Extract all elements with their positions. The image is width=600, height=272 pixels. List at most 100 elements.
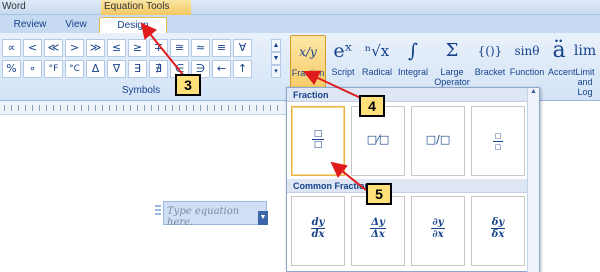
common-fraction-option[interactable]: δy δx	[471, 196, 525, 266]
linear-fraction-icon: □/□	[425, 133, 451, 146]
equation-tools-context-label: Equation Tools	[101, 0, 191, 15]
symbols-row: % ∘ °F °C Δ ∇ ∃ ∄ ∈ ∋ ← ↑	[2, 60, 280, 78]
symbol-button[interactable]: ∃	[128, 60, 147, 78]
stacked-fraction-icon: □ □	[311, 129, 325, 150]
common-fraction-value: dy dx	[310, 217, 326, 240]
fraction-label: Fraction	[291, 68, 325, 78]
callout-3: 3	[175, 74, 201, 96]
section-fraction: Fraction	[287, 88, 527, 102]
symbol-button[interactable]: ≥	[128, 39, 147, 57]
bracket-label: Bracket	[474, 67, 506, 77]
symbol-button[interactable]: ↑	[233, 60, 252, 78]
large-operator-icon: Σ	[445, 40, 459, 61]
common-fraction-option[interactable]: ∂y ∂x	[411, 196, 465, 266]
tab-view[interactable]: View	[56, 17, 96, 33]
common-fraction-value: ∂y ∂x	[431, 217, 445, 240]
limit-and-log-button[interactable]: lim Limit and Log	[570, 35, 600, 97]
fraction-gallery: Fraction □ □ □⁄□ □/□ □ □ Common Fraction d…	[286, 87, 540, 272]
symbols-row: ∝ < ≪ > ≫ ≤ ≥ ∓ ≅ ≈ ≡ ∀	[2, 39, 280, 57]
symbol-button[interactable]: Δ	[86, 60, 105, 78]
common-fraction-option[interactable]: Δy Δx	[351, 196, 405, 266]
function-button[interactable]: sinθ Function	[508, 35, 546, 95]
equation-options-icon[interactable]: ▼	[258, 211, 268, 225]
fraction-denominator: Δx	[371, 229, 385, 240]
symbol-button[interactable]: ∘	[23, 60, 42, 78]
scroll-down-icon[interactable]: ▼	[271, 52, 281, 65]
fraction-icon: x/y	[299, 45, 317, 59]
integral-button[interactable]: ∫ Integral	[396, 35, 430, 95]
symbol-button[interactable]: ∓	[149, 39, 168, 57]
fraction-button[interactable]: x/y Fraction	[290, 35, 326, 95]
integral-icon: ∫	[408, 40, 418, 62]
symbol-button[interactable]: <	[23, 39, 42, 57]
symbol-button[interactable]: °C	[65, 60, 84, 78]
integral-label: Integral	[397, 67, 429, 77]
symbol-button[interactable]: ≫	[86, 39, 105, 57]
limit-and-log-label: Limit and Log	[575, 67, 595, 97]
script-button[interactable]: eˣ Script	[328, 35, 358, 95]
app-title: Word	[2, 1, 26, 12]
symbols-gallery: ∝ < ≪ > ≫ ≤ ≥ ∓ ≅ ≈ ≡ ∀ % ∘ °F °C Δ ∇ ∃ …	[2, 39, 280, 81]
title-bar: Word Equation Tools	[0, 0, 600, 15]
symbols-scrollbar[interactable]: ▲ ▼ ▾	[271, 39, 281, 79]
linear-fraction-option[interactable]: □/□	[411, 106, 465, 176]
equation-box[interactable]: Type equation here. ▼	[163, 201, 268, 228]
tab-review[interactable]: Review	[6, 17, 54, 33]
fraction-numerator: ∂y	[431, 217, 445, 229]
symbol-button[interactable]: ≡	[212, 39, 231, 57]
section-common-fraction: Common Fraction	[287, 179, 527, 193]
function-label: Function	[509, 67, 545, 77]
callout-5: 5	[366, 183, 392, 205]
symbol-button[interactable]: ←	[212, 60, 231, 78]
radical-button[interactable]: ⁿ√x Radical	[360, 35, 394, 95]
scroll-up-icon[interactable]: ▲	[528, 88, 539, 98]
symbol-button[interactable]: ∝	[2, 39, 21, 57]
script-icon: eˣ	[333, 40, 353, 62]
symbols-group-label: Symbols	[121, 85, 161, 96]
ruler-ticks	[4, 105, 284, 111]
function-icon: sinθ	[514, 44, 540, 58]
symbol-button[interactable]: ≈	[191, 39, 210, 57]
large-operator-label: Large Operator	[434, 67, 470, 87]
equation-placeholder[interactable]: Type equation here.	[167, 206, 266, 228]
stacked-fraction-option[interactable]: □ □	[291, 106, 345, 176]
bracket-button[interactable]: {()} Bracket	[474, 35, 506, 95]
fraction-numerator: δy	[490, 217, 506, 229]
symbol-button[interactable]: ≤	[107, 39, 126, 57]
symbol-button[interactable]: >	[65, 39, 84, 57]
radical-label: Radical	[361, 67, 392, 77]
fraction-denominator: ∂x	[432, 229, 444, 240]
symbol-button[interactable]: ∄	[149, 60, 168, 78]
skewed-fraction-icon: □⁄□	[366, 133, 390, 146]
fraction-numerator: dy	[310, 217, 326, 229]
ribbon-tabs: Review View Design	[0, 15, 600, 33]
accent-button[interactable]: ä Accent	[548, 35, 576, 95]
scroll-up-icon[interactable]: ▲	[271, 39, 281, 52]
symbol-button[interactable]: %	[2, 60, 21, 78]
script-label: Script	[331, 67, 355, 77]
tab-design[interactable]: Design	[99, 17, 167, 33]
accent-icon: ä	[552, 38, 566, 63]
common-fraction-option[interactable]: dy dx	[291, 196, 345, 266]
large-operator-button[interactable]: Σ Large Operator	[432, 35, 472, 95]
symbol-button[interactable]: ≅	[170, 39, 189, 57]
fraction-denominator: dx	[311, 229, 325, 240]
common-fraction-value: Δy Δx	[370, 217, 386, 240]
small-fraction-icon: □ □	[492, 132, 504, 151]
more-icon[interactable]: ▾	[271, 65, 281, 78]
symbol-button[interactable]: ∀	[233, 39, 252, 57]
document-canvas[interactable]: Type equation here. ▼	[0, 115, 290, 272]
equation-grip-icon[interactable]	[155, 205, 161, 217]
common-fraction-value: δy δx	[490, 217, 506, 240]
limit-icon: lim	[573, 43, 597, 59]
callout-4: 4	[359, 95, 385, 117]
symbol-button[interactable]: °F	[44, 60, 63, 78]
small-fraction-option[interactable]: □ □	[471, 106, 525, 176]
symbol-button[interactable]: ∇	[107, 60, 126, 78]
symbol-button[interactable]: ≪	[44, 39, 63, 57]
bracket-icon: {()}	[477, 44, 503, 58]
accent-label: Accent	[548, 67, 576, 77]
fraction-numerator: Δy	[370, 217, 386, 229]
gallery-scrollbar[interactable]: ▲	[527, 88, 539, 272]
radical-icon: ⁿ√x	[364, 42, 390, 60]
